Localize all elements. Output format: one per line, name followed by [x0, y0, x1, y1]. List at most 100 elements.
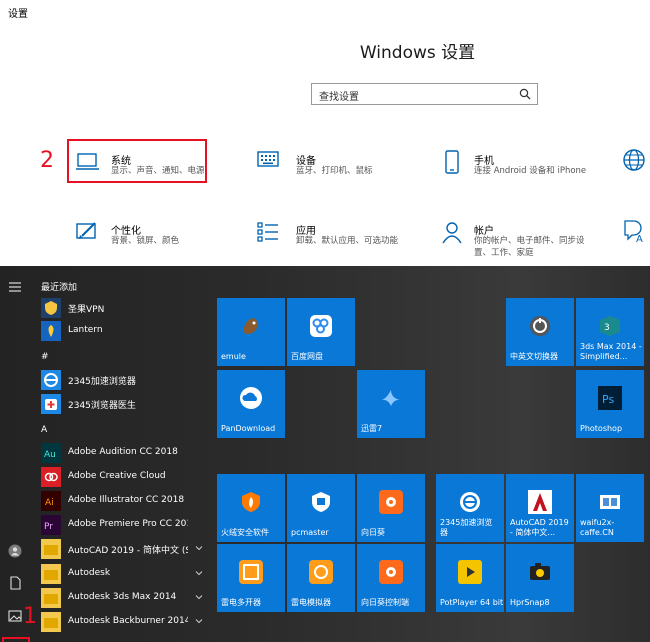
search-input[interactable]: 查找设置 — [311, 83, 538, 105]
tile-hypersnap[interactable]: HprSnap8 — [506, 544, 574, 612]
start-menu: 1 最近添加 圣果VPN Lantern # 2345加速浏览器 2345浏览器… — [0, 266, 650, 642]
folder-icon — [41, 564, 61, 584]
tile-label: 2345加速浏览 — [440, 518, 493, 527]
cloud-icon — [240, 387, 262, 409]
category-desc: 背景、锁屏、颜色 — [111, 236, 180, 246]
huorong-icon — [242, 492, 260, 512]
section-recent: 最近添加 — [41, 283, 78, 293]
tile-potplayer[interactable]: PotPlayer 64 bit — [436, 544, 504, 612]
tile-label: Simplified... — [580, 352, 628, 361]
sunflower-control-icon — [379, 560, 403, 584]
browser-doctor-icon — [41, 394, 61, 414]
tile-waifu2x[interactable]: waifu2x- caffe.CN — [576, 474, 644, 542]
globe-icon[interactable] — [622, 148, 646, 172]
tile-label: 器 — [440, 528, 448, 537]
list-item-audition[interactable]: Au Adobe Audition CC 2018 — [41, 442, 211, 464]
potplayer-icon — [458, 560, 482, 584]
search-icon[interactable] — [519, 88, 531, 100]
chevron-down-icon[interactable] — [195, 569, 203, 577]
list-item-backburner-folder[interactable]: Autodesk Backburner 2014 — [41, 611, 211, 633]
tile-label: pcmaster — [291, 528, 329, 537]
svg-text:Ai: Ai — [45, 498, 54, 508]
app-name: Lantern — [68, 325, 103, 335]
app-name: 2345浏览器医生 — [68, 401, 136, 411]
app-name: AutoCAD 2019 - 简体中文 (Si... — [68, 546, 188, 556]
svg-text:Au: Au — [44, 450, 56, 460]
list-item-autocad-folder[interactable]: AutoCAD 2019 - 简体中文 (Si... — [41, 538, 211, 560]
category-accounts[interactable]: 帐户 你的帐户、电子邮件、同步设 置、工作、家庭 — [440, 220, 590, 260]
tile-label: 迅雷7 — [361, 424, 383, 433]
app-name: Autodesk — [68, 568, 111, 578]
tile-pcmaster[interactable]: pcmaster — [287, 474, 355, 542]
highlight-box — [67, 139, 207, 183]
language-icon[interactable]: A — [622, 218, 648, 244]
tile-label: 向日葵控制端 — [361, 598, 409, 607]
svg-text:Pr: Pr — [44, 522, 53, 532]
user-icon — [442, 222, 462, 244]
list-item-2345-browser[interactable]: 2345加速浏览器 — [41, 369, 211, 391]
thunder-icon — [382, 390, 400, 406]
list-item-creative-cloud[interactable]: Adobe Creative Cloud — [41, 466, 211, 488]
list-item-premiere[interactable]: Pr Adobe Premiere Pro CC 2018 — [41, 514, 211, 536]
step-annotation: 2 — [40, 148, 54, 173]
hypersnap-icon — [530, 563, 550, 580]
window-title: 设置 — [8, 9, 28, 20]
paint-brush-icon — [76, 222, 96, 239]
tile-label: PanDownload — [221, 424, 276, 433]
list-item-illustrator[interactable]: Ai Adobe Illustrator CC 2018 — [41, 490, 211, 512]
tile-baidu-netdisk[interactable]: 百度网盘 — [287, 298, 355, 366]
tile-ld-multi[interactable]: 雷电多开器 — [217, 544, 285, 612]
tile-sunflower[interactable]: 向日葵 — [357, 474, 425, 542]
folder-icon — [41, 612, 61, 632]
tile-sunflower-control[interactable]: 向日葵控制端 — [357, 544, 425, 612]
illustrator-icon: Ai — [41, 491, 61, 511]
tile-label: 雷电模拟器 — [291, 598, 331, 607]
list-item-vpn[interactable]: 圣果VPN — [41, 297, 211, 319]
tile-ld-player[interactable]: 雷电模拟器 — [287, 544, 355, 612]
tile-huorong[interactable]: 火绒安全软件 — [217, 474, 285, 542]
tile-input-switcher[interactable]: 中英文切换器 — [506, 298, 574, 366]
search-placeholder: 查找设置 — [319, 92, 359, 103]
tile-autocad[interactable]: AutoCAD 2019 - 简体中文... — [506, 474, 574, 542]
premiere-icon: Pr — [41, 515, 61, 535]
category-personalization[interactable]: 个性化 背景、锁屏、颜色 — [75, 220, 205, 260]
user-avatar-icon[interactable] — [8, 544, 22, 558]
category-devices[interactable]: 设备 蓝牙、打印机、鼠标 — [256, 150, 386, 190]
section-hash: # — [41, 352, 49, 362]
chevron-down-icon[interactable] — [195, 617, 203, 625]
tile-emule[interactable]: emule — [217, 298, 285, 366]
tile-label: - 简体中文... — [510, 528, 556, 537]
ldmulti-icon — [239, 560, 263, 584]
tile-pandownload[interactable]: PanDownload — [217, 370, 285, 438]
list-item-3dsmax-folder[interactable]: Autodesk 3ds Max 2014 — [41, 587, 211, 609]
emule-icon — [243, 318, 258, 334]
tile-label: emule — [221, 352, 246, 361]
app-name: Adobe Premiere Pro CC 2018 — [68, 519, 188, 529]
list-item-2345-doctor[interactable]: 2345浏览器医生 — [41, 393, 211, 415]
autocad-icon — [528, 490, 552, 514]
list-item-lantern[interactable]: Lantern — [41, 320, 211, 342]
tile-2345-browser[interactable]: 2345加速浏览 器 — [436, 474, 504, 542]
category-phone[interactable]: 手机 连接 Android 设备和 iPhone — [440, 150, 590, 190]
tile-thunder[interactable]: 迅雷7 — [357, 370, 425, 438]
app-name: Autodesk 3ds Max 2014 — [68, 592, 177, 602]
pictures-icon[interactable] — [8, 609, 22, 623]
chevron-down-icon[interactable] — [195, 593, 203, 601]
chevron-down-icon[interactable] — [195, 544, 203, 552]
category-desc: 连接 Android 设备和 iPhone — [474, 166, 587, 176]
tile-label: 百度网盘 — [291, 352, 323, 361]
photoshop-icon: Ps — [598, 386, 622, 410]
tile-label: 火绒安全软件 — [221, 528, 269, 537]
tile-3dsmax[interactable]: 3 3ds Max 2014 - Simplified... — [576, 298, 644, 366]
category-apps[interactable]: 应用 卸载、默认应用、可选功能 — [256, 220, 406, 260]
settings-window: 设置 Windows 设置 查找设置 系统 显示、声音、通知、电源 设备 蓝牙、… — [0, 0, 650, 266]
svg-text:A: A — [636, 234, 643, 244]
hamburger-menu-icon[interactable] — [8, 280, 22, 294]
tile-label: 向日葵 — [361, 528, 385, 537]
tile-photoshop[interactable]: Ps Photoshop — [576, 370, 644, 438]
document-icon[interactable] — [8, 576, 22, 590]
tile-label: 中英文切换器 — [510, 352, 558, 361]
list-item-autodesk-folder[interactable]: Autodesk — [41, 563, 211, 585]
page-title: Windows 设置 — [359, 43, 476, 63]
3dsmax-icon: 3 — [600, 316, 620, 336]
